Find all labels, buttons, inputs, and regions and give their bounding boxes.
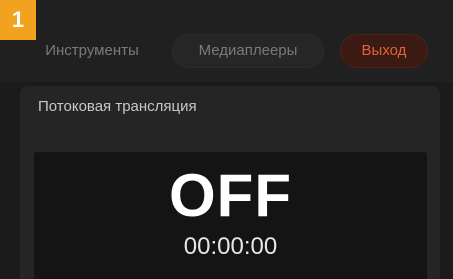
- section-title: Потоковая трансляция: [38, 98, 197, 115]
- streaming-panel: Потоковая трансляция OFF 00:00:00: [20, 86, 440, 279]
- step-number-badge: 1: [0, 0, 36, 40]
- tab-tools[interactable]: Инструменты: [22, 34, 162, 68]
- tab-bar: Инструменты Медиаплееры Выход: [0, 0, 453, 82]
- tab-output[interactable]: Выход: [340, 34, 428, 68]
- stream-timer: 00:00:00: [183, 233, 278, 260]
- stream-status: OFF: [169, 162, 292, 229]
- app-window: Инструменты Медиаплееры Выход 1 Потокова…: [0, 0, 453, 279]
- stream-status-display[interactable]: OFF 00:00:00: [34, 152, 427, 279]
- tab-media-players[interactable]: Медиаплееры: [172, 34, 324, 68]
